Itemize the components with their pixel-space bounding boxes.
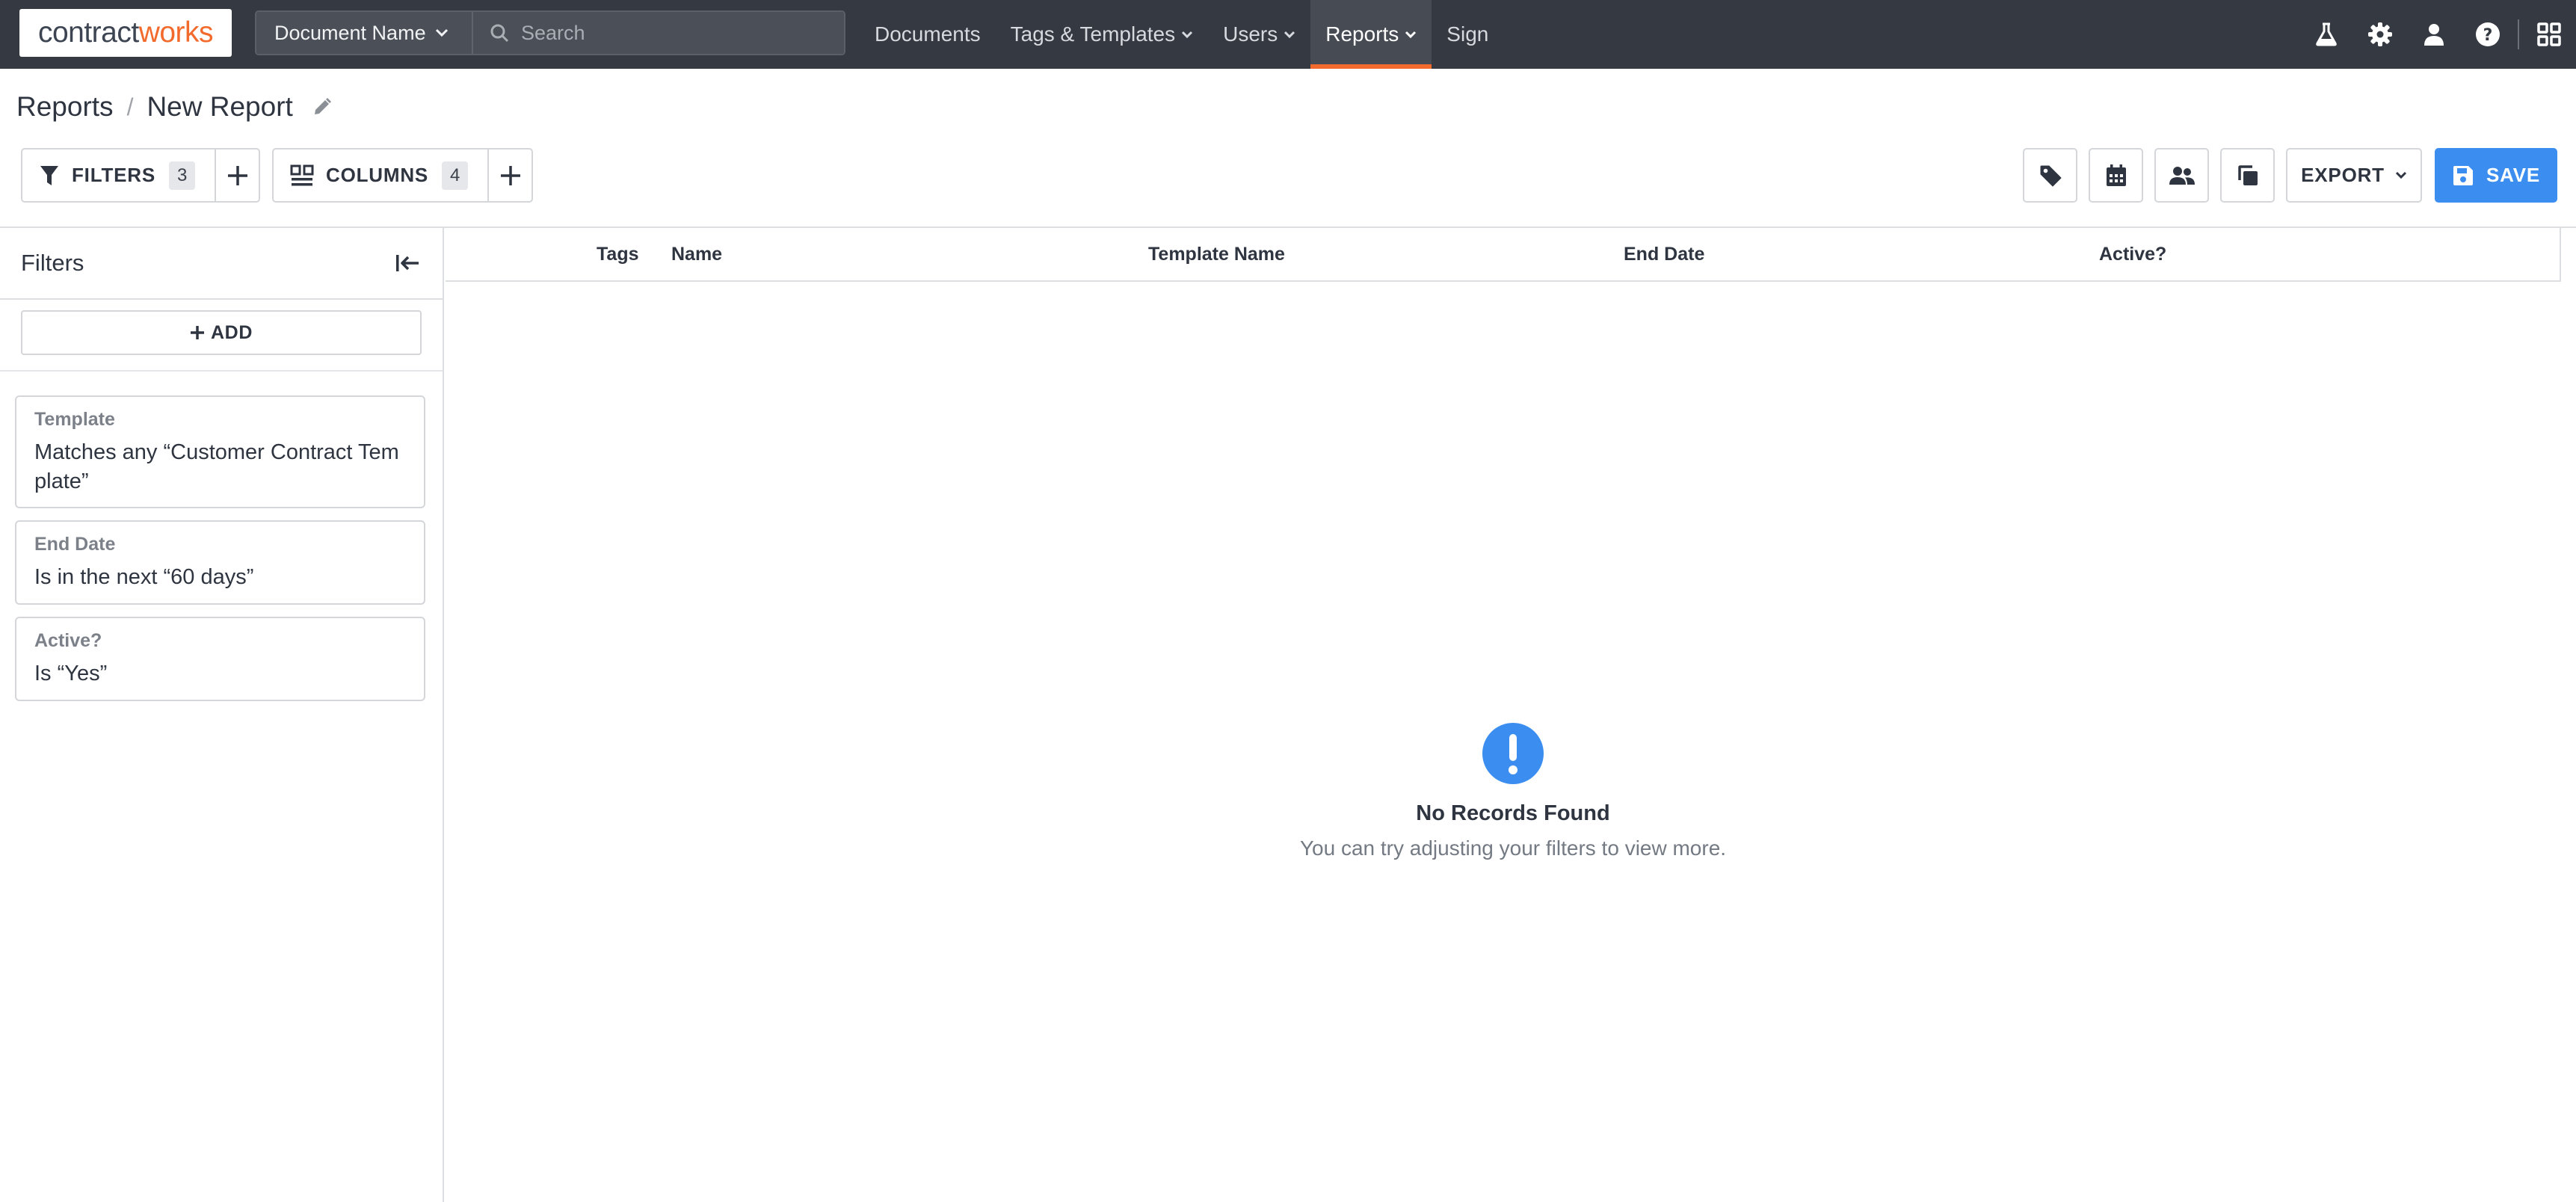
chevron-down-icon [2395, 171, 2407, 179]
pencil-icon[interactable] [312, 97, 332, 117]
search-scope-label: Document Name [274, 21, 426, 44]
filters-button-group: FILTERS 3 [21, 148, 260, 203]
users-icon [2169, 164, 2196, 187]
table-header-edge [2560, 228, 2561, 282]
tag-icon [2039, 164, 2062, 188]
empty-state-subtitle: You can try adjusting your filters to vi… [1299, 836, 1727, 860]
filters-sidebar-header: Filters [0, 228, 443, 300]
column-header-template-name[interactable]: Template Name [1148, 228, 1285, 280]
search-group: Document Name [255, 10, 845, 55]
main-nav: Documents Tags & Templates Users Reports… [860, 0, 1503, 69]
filter-card-value: Is in the next “60 days” [34, 565, 254, 589]
user-icon[interactable] [2407, 0, 2461, 69]
calendar-icon [2105, 164, 2127, 188]
filter-card-label: Active? [34, 630, 102, 651]
empty-state-title: No Records Found [1416, 801, 1610, 825]
filters-button[interactable]: FILTERS 3 [22, 150, 215, 201]
report-table-header: Tags Name Template Name End Date Active? [446, 228, 2561, 282]
chevron-down-icon [1181, 31, 1193, 39]
logo-text-works: works [138, 16, 214, 49]
column-header-tags[interactable]: Tags [597, 228, 639, 280]
exclamation-circle-icon [1482, 722, 1544, 785]
plus-icon [227, 164, 249, 187]
filter-card-template[interactable]: Template Matches any “Customer Contract … [15, 395, 425, 508]
columns-count-badge: 4 [442, 161, 469, 190]
column-header-name[interactable]: Name [671, 228, 722, 280]
search-icon [490, 23, 509, 43]
apps-grid-icon[interactable] [2522, 0, 2576, 69]
nav-users[interactable]: Users [1208, 0, 1310, 69]
filters-button-label: FILTERS [72, 164, 155, 186]
breadcrumb: Reports / New Report [16, 88, 332, 126]
nav-sign-label: Sign [1446, 22, 1489, 46]
filter-card-value: Matches any “Customer Contract Template” [34, 440, 399, 493]
save-button[interactable]: SAVE [2435, 148, 2557, 203]
nav-utility-icons: ? [2299, 0, 2576, 69]
add-filter-sidebar-button[interactable]: ADD [21, 310, 422, 355]
nav-reports[interactable]: Reports [1310, 0, 1432, 69]
top-navigation-bar: contractworks Document Name Documents Ta… [0, 0, 2576, 69]
chevron-down-icon [1284, 31, 1295, 39]
save-button-label: SAVE [2486, 164, 2541, 186]
chevron-down-icon [435, 28, 449, 37]
nav-users-label: Users [1223, 22, 1278, 46]
nav-documents-label: Documents [875, 22, 981, 46]
page-title: New Report [147, 91, 293, 122]
column-header-active[interactable]: Active? [2099, 228, 2166, 280]
add-filter-label: ADD [211, 321, 253, 343]
filter-card-label: Template [34, 409, 115, 430]
date-range-button[interactable] [2089, 148, 2143, 203]
add-filter-row: ADD [0, 300, 443, 372]
breadcrumb-separator: / [126, 93, 134, 120]
add-filter-button[interactable] [215, 150, 259, 201]
gear-icon[interactable] [2353, 0, 2407, 69]
filter-card-label: End Date [34, 534, 116, 555]
help-icon[interactable]: ? [2461, 0, 2515, 69]
column-header-end-date[interactable]: End Date [1624, 228, 1704, 280]
filters-count-badge: 3 [169, 161, 196, 190]
breadcrumb-reports-link[interactable]: Reports [16, 91, 114, 123]
nav-sign[interactable]: Sign [1432, 0, 1503, 69]
plus-icon [190, 325, 205, 340]
columns-button-group: COLUMNS 4 [272, 148, 533, 203]
tags-button[interactable] [2023, 148, 2077, 203]
add-column-button[interactable] [487, 150, 531, 201]
contractworks-logo[interactable]: contract works [19, 9, 232, 57]
nav-reports-label: Reports [1325, 22, 1399, 46]
funnel-icon [39, 164, 60, 187]
svg-text:?: ? [2483, 26, 2493, 45]
search-input[interactable] [521, 21, 820, 45]
filters-sidebar: Filters ADD Template Matches any “Custom… [0, 228, 444, 1202]
filter-card-end-date[interactable]: End Date Is in the next “60 days” [15, 520, 425, 605]
nav-tags-templates-label: Tags & Templates [1010, 22, 1176, 46]
search-scope-dropdown[interactable]: Document Name [256, 12, 473, 54]
chevron-down-icon [1405, 31, 1417, 39]
duplicate-button[interactable] [2220, 148, 2275, 203]
plus-icon [499, 164, 522, 187]
export-button-label: EXPORT [2301, 164, 2385, 186]
filters-sidebar-title: Filters [21, 250, 84, 276]
share-users-button[interactable] [2154, 148, 2209, 203]
collapse-sidebar-icon[interactable] [395, 253, 420, 274]
columns-layout-icon [290, 164, 314, 187]
nav-divider [2518, 19, 2519, 49]
nav-documents[interactable]: Documents [860, 0, 996, 69]
filter-card-value: Is “Yes” [34, 662, 108, 685]
columns-button[interactable]: COLUMNS 4 [274, 150, 487, 201]
copy-icon [2237, 164, 2259, 187]
empty-state: No Records Found You can try adjusting y… [1214, 722, 1812, 860]
search-field[interactable] [473, 12, 844, 54]
export-button[interactable]: EXPORT [2286, 148, 2422, 203]
logo-text-contract: contract [37, 16, 139, 49]
nav-tags-templates[interactable]: Tags & Templates [996, 0, 1209, 69]
columns-button-label: COLUMNS [326, 164, 429, 186]
save-disk-icon [2452, 164, 2474, 187]
filter-card-active[interactable]: Active? Is “Yes” [15, 617, 425, 701]
flask-icon[interactable] [2299, 0, 2353, 69]
